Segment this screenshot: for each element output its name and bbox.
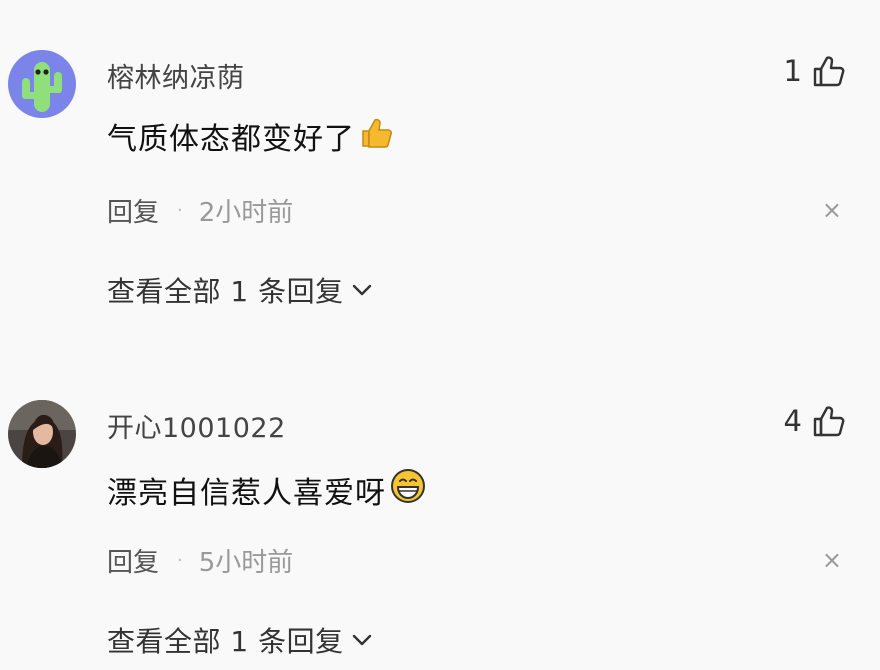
view-replies-button[interactable]: 查看全部 1 条回复 [107,620,372,660]
chevron-down-icon [352,634,371,646]
like-count: 4 [783,404,802,438]
timestamp: 5小时前 [198,548,294,578]
thumbs-up-icon [813,406,845,437]
separator-dot: · [177,550,183,571]
like-button[interactable]: 4 [784,404,846,438]
comment-meta: 回复 · 5小时前 [107,542,293,579]
view-replies-label: 查看全部 1 条回复 [107,625,344,658]
comment-item: 开心1001022 4 漂亮自信惹人喜爱呀 回复 · 5小时前 × 查看全部 1… [0,0,880,670]
comment-text: 漂亮自信惹人喜爱呀 [107,468,426,512]
username[interactable]: 开心1001022 [107,406,286,445]
woman-photo-avatar-icon [8,400,76,468]
comment-body: 漂亮自信惹人喜爱呀 [107,476,386,511]
avatar[interactable] [8,400,76,468]
close-icon[interactable]: × [822,548,842,572]
reply-button[interactable]: 回复 [107,542,159,579]
grinning-face-emoji-icon [390,468,426,512]
